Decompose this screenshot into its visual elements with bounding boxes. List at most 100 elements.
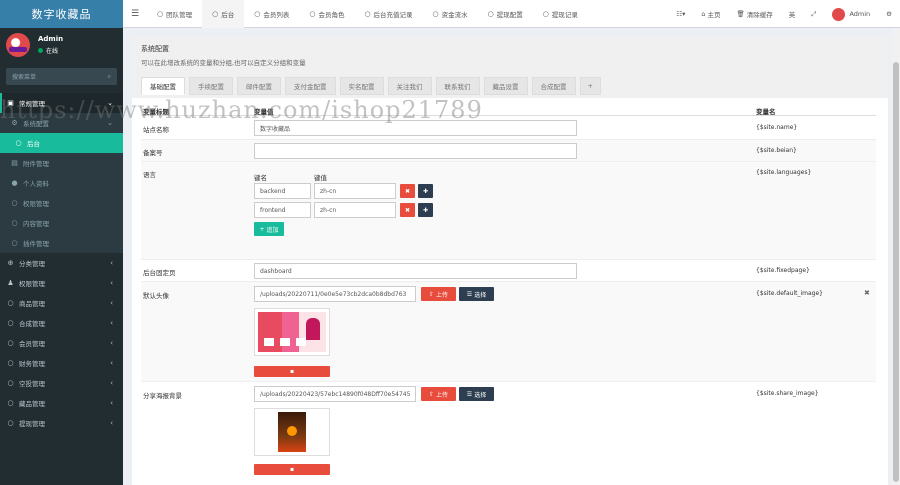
config-tab[interactable]: 基础配置: [141, 77, 185, 95]
sidebar-item[interactable]: ▤ 附件管理: [0, 153, 123, 173]
add-group-tab[interactable]: +: [579, 77, 601, 95]
remove-row-button[interactable]: ✖: [400, 203, 415, 217]
menu-toggle-icon[interactable]: ☰: [123, 9, 147, 19]
home-link[interactable]: ⌂ 主页: [693, 0, 728, 28]
lang-key-input[interactable]: backend: [254, 183, 311, 199]
site-name-input[interactable]: 数字收藏品: [254, 120, 577, 136]
sidebar-item[interactable]: ○ 权限管理: [0, 193, 123, 213]
choose-label: 选择: [474, 291, 487, 299]
default-image-input[interactable]: /uploads/20220711/0e0e5e73cb2dca0b8dbd76…: [254, 286, 416, 302]
lang-val-input[interactable]: zh-cn: [314, 202, 396, 218]
config-tab[interactable]: 邮件配置: [237, 77, 281, 95]
config-tab[interactable]: 合成配置: [531, 77, 576, 95]
sidebar-item-label: 内容管理: [23, 220, 49, 228]
drag-row-button[interactable]: ✚: [418, 184, 433, 198]
row-var: {$site.fixedpage}: [756, 267, 810, 274]
status-text: 在线: [46, 48, 59, 55]
admin-app: 数字收藏品 Admin 在线 搜索菜单 ⌕ ▣ 常规管理 ⌄ ⚙ 系统配置 ⌄ ○ 后台 ▤ 附件…: [0, 0, 900, 485]
chevron-icon: ‹: [110, 259, 113, 267]
config-tab[interactable]: 实名配置: [339, 77, 384, 95]
search-input[interactable]: 搜索菜单: [12, 72, 36, 81]
attachment-icon: ▤: [11, 159, 18, 167]
page-tab[interactable]: ○ 团队管理: [147, 0, 202, 28]
page-tab-label: 资金流水: [441, 10, 468, 19]
sidebar-item[interactable]: ♟ 权限管理 ‹: [0, 273, 123, 293]
page-tab[interactable]: ○ 会员列表: [244, 0, 299, 28]
page-tab[interactable]: ○ 后台: [202, 0, 245, 28]
circle-icon: ○: [364, 9, 371, 18]
upload-button[interactable]: ⇧ 上传: [421, 287, 456, 301]
row-languages: 语言 键名 键值 backend zh-cn ✖ ✚ frontend zh-c…: [141, 162, 876, 260]
delete-image-button[interactable]: ▪: [254, 366, 330, 377]
row-title: 默认头像: [143, 292, 169, 300]
beian-input[interactable]: [254, 143, 577, 159]
sidebar-item[interactable]: ○ 内容管理: [0, 213, 123, 233]
scrollbar[interactable]: [892, 28, 900, 485]
remove-variable-icon[interactable]: ✖: [864, 289, 870, 297]
sidebar-item[interactable]: ○ 合成管理 ‹: [0, 313, 123, 333]
config-tab[interactable]: 藏品设置: [483, 77, 528, 95]
choose-button[interactable]: ☰ 选择: [459, 287, 494, 301]
upload-icon: ⇧: [428, 290, 434, 298]
thumb-shape: [264, 338, 274, 346]
sidebar-item[interactable]: ▣ 常规管理 ⌄: [0, 93, 123, 113]
settings-icon[interactable]: ⚙: [878, 0, 900, 28]
lang-key-input[interactable]: frontend: [254, 202, 311, 218]
trash-icon: ▪: [289, 466, 295, 473]
row-var: {$site.languages}: [756, 169, 812, 176]
delete-image-button[interactable]: ▪: [254, 464, 330, 475]
online-dot-icon: [38, 48, 43, 53]
sidebar-item[interactable]: ● 个人资料: [0, 173, 123, 193]
fixedpage-input[interactable]: dashboard: [254, 263, 577, 279]
row-var: {$site.default_image}: [756, 290, 823, 297]
sidebar-item-label: 分类管理: [19, 260, 45, 268]
config-tab[interactable]: 联系我们: [435, 77, 480, 95]
row-var: {$site.beian}: [756, 147, 797, 154]
page-tab[interactable]: ○ 后台充值记录: [354, 0, 422, 28]
sidebar-item[interactable]: ⊕ 分类管理 ‹: [0, 253, 123, 273]
config-tab[interactable]: 支付金配置: [285, 77, 336, 95]
page-tab[interactable]: ○ 资金流水: [423, 0, 478, 28]
topbar-right: ☷▾ ⌂ 主页 🗑 清除缓存 英 ⤢ Admin ⚙: [668, 0, 900, 28]
sidebar-item[interactable]: ○ 插件管理: [0, 233, 123, 253]
tabs-dropdown-icon[interactable]: ☷▾: [668, 0, 693, 28]
admin-avatar: [832, 7, 846, 21]
scrollbar-thumb[interactable]: [893, 62, 899, 482]
config-tab[interactable]: 手续配置: [189, 77, 233, 95]
sidebar-item[interactable]: ⚙ 系统配置 ⌄: [0, 113, 123, 133]
thumb-figure: [306, 318, 320, 340]
upload-button[interactable]: ⇧ 上传: [421, 387, 456, 401]
user-name: Admin: [38, 35, 64, 43]
clear-cache-button[interactable]: 🗑 清除缓存: [728, 0, 780, 28]
page-tab[interactable]: ○ 会员角色: [299, 0, 354, 28]
drag-row-button[interactable]: ✚: [418, 203, 433, 217]
lang-val-input[interactable]: zh-cn: [314, 183, 396, 199]
sidebar-item[interactable]: ○ 会员管理 ‹: [0, 333, 123, 353]
search-icon[interactable]: ⌕: [108, 73, 111, 81]
sidebar-item[interactable]: ○ 提现管理 ‹: [0, 413, 123, 433]
choose-button[interactable]: ☰ 选择: [459, 387, 494, 401]
sidebar-item[interactable]: ○ 商品管理 ‹: [0, 293, 123, 313]
share-image-input[interactable]: /uploads/20220423/57ebc14890f048Dff70e54…: [254, 386, 416, 402]
remove-row-button[interactable]: ✖: [400, 184, 415, 198]
language-switch[interactable]: 英: [781, 0, 804, 28]
config-tab[interactable]: 关注我们: [387, 77, 432, 95]
users-icon: ♟: [7, 279, 14, 287]
app-logo[interactable]: 数字收藏品: [0, 0, 123, 28]
page-tab[interactable]: ○ 提现记录: [533, 0, 588, 28]
sidebar-item[interactable]: ○ 藏品管理 ‹: [0, 393, 123, 413]
circle-icon: ○: [7, 399, 14, 407]
circle-icon: ○: [7, 339, 14, 347]
upload-icon: ⇧: [428, 390, 434, 398]
page-tab[interactable]: ○ 提现配置: [478, 0, 533, 28]
sidebar-search[interactable]: 搜索菜单 ⌕: [6, 68, 117, 85]
sidebar-item[interactable]: ○ 财务管理 ‹: [0, 353, 123, 373]
sidebar-item[interactable]: ○ 后台: [0, 133, 123, 153]
thumbnail-image: [258, 312, 326, 352]
admin-menu[interactable]: Admin: [824, 0, 878, 28]
default-image-thumbnail: [254, 308, 330, 356]
fullscreen-icon[interactable]: ⤢: [803, 0, 824, 28]
avatar: [6, 33, 30, 57]
append-button[interactable]: + 追加: [254, 222, 284, 236]
sidebar-item[interactable]: ○ 空投管理 ‹: [0, 373, 123, 393]
